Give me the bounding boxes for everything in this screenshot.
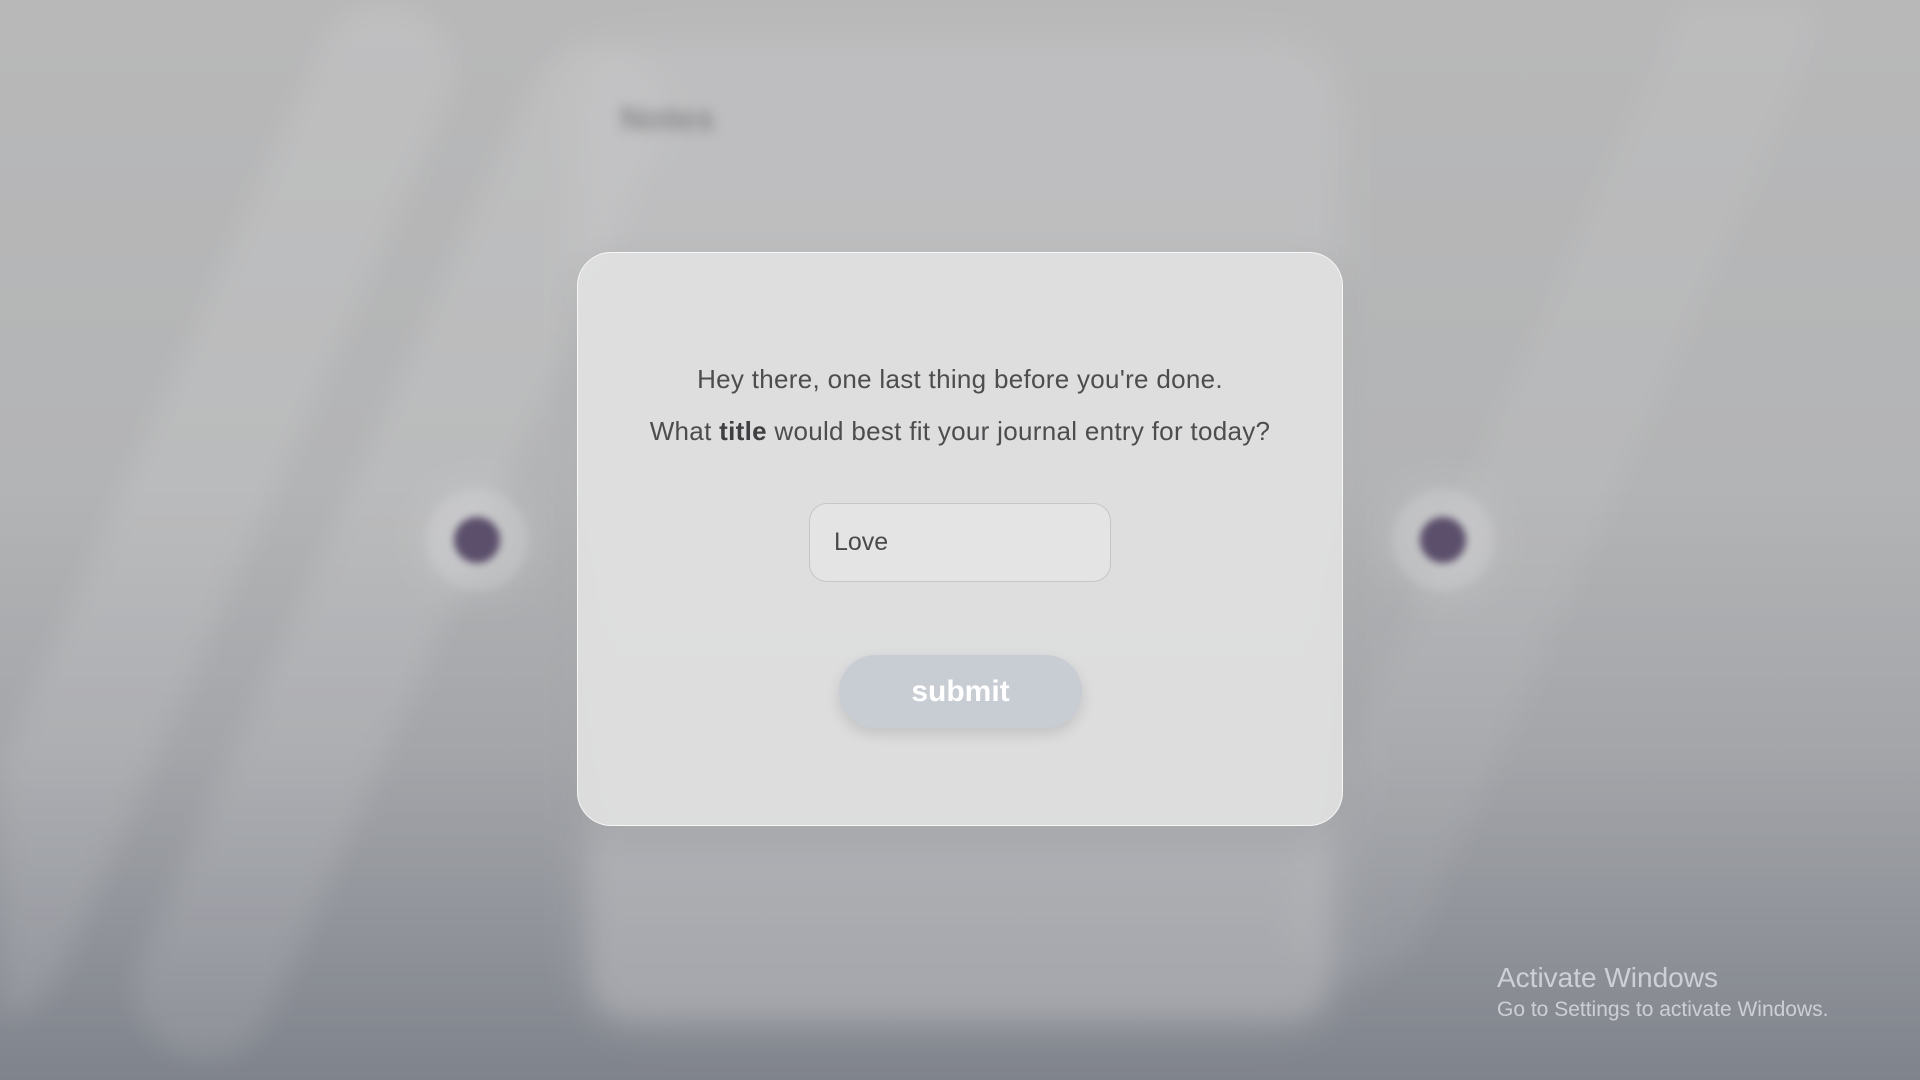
background-panel-title: Notes — [620, 100, 715, 138]
journal-title-input[interactable] — [809, 503, 1111, 582]
prompt-line-2-start: What — [649, 416, 720, 446]
watermark-title: Activate Windows — [1497, 962, 1718, 993]
prompt-line-2: What title would best fit your journal e… — [578, 416, 1342, 447]
title-prompt-modal: Hey there, one last thing before you're … — [577, 252, 1343, 826]
right-nav-dot — [1420, 517, 1466, 563]
activate-windows-watermark: Activate Windows Go to Settings to activ… — [1497, 962, 1829, 1022]
prompt-emphasis-title: title — [719, 416, 767, 446]
background-streak — [1262, 0, 1838, 1001]
prompt-line-1: Hey there, one last thing before you're … — [697, 364, 1223, 394]
left-nav-dot — [454, 517, 500, 563]
prompt-line-2-end: would best fit your journal entry for to… — [766, 416, 1271, 446]
submit-button[interactable]: submit — [839, 655, 1082, 728]
watermark-subtitle: Go to Settings to activate Windows. — [1497, 998, 1829, 1021]
